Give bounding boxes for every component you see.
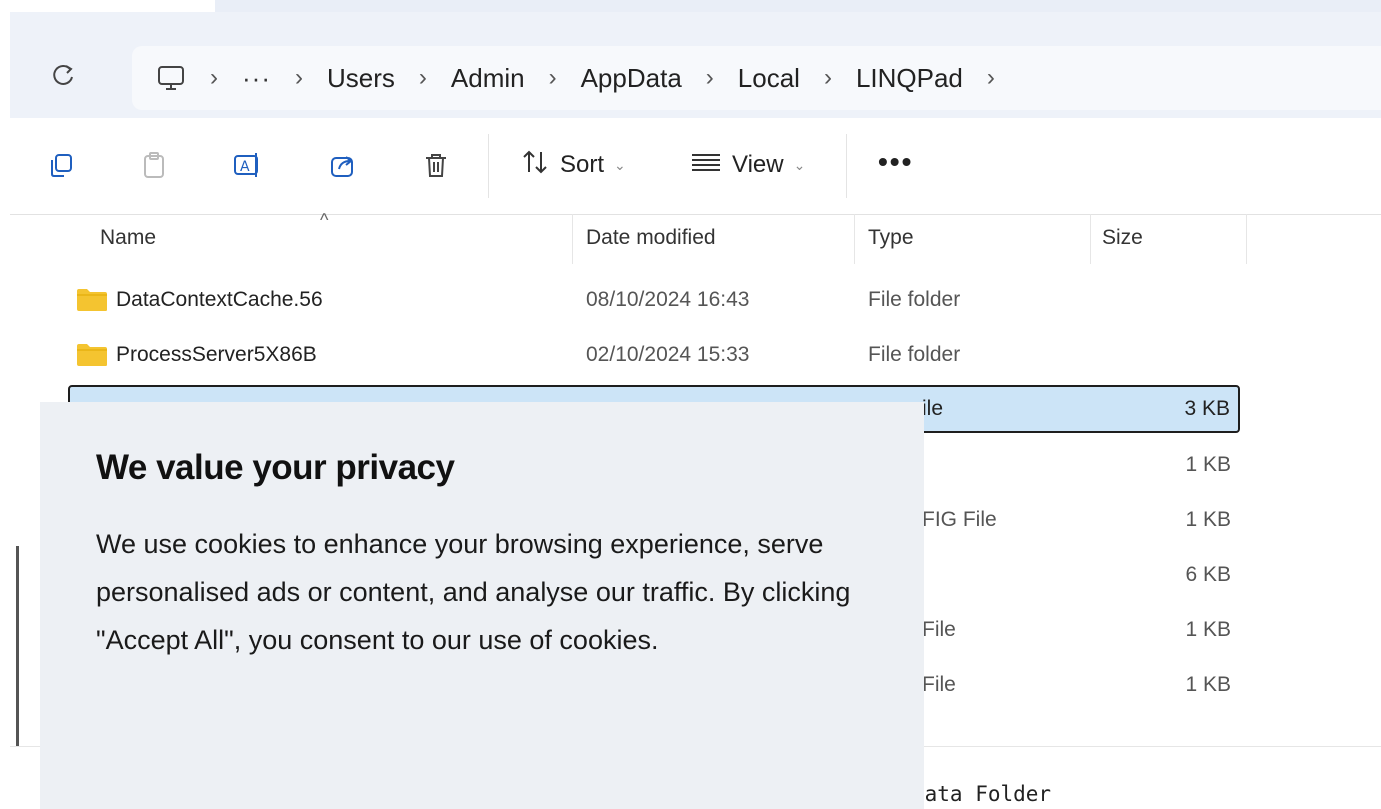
- breadcrumb-item-users[interactable]: Users: [327, 63, 395, 94]
- toolbar-divider: [488, 134, 489, 198]
- column-separator[interactable]: [572, 214, 573, 264]
- paste-icon[interactable]: [137, 148, 171, 182]
- caption-text: )ata Folder: [912, 782, 1052, 806]
- column-separator[interactable]: [1090, 214, 1091, 264]
- column-separator[interactable]: [1246, 214, 1247, 264]
- sort-label: Sort: [560, 151, 605, 178]
- folder-icon: [77, 344, 107, 366]
- chevron-right-icon[interactable]: ›: [706, 64, 714, 92]
- refresh-icon[interactable]: [50, 62, 76, 95]
- chevron-right-icon: ›: [294, 64, 303, 91]
- delete-icon[interactable]: [419, 148, 453, 182]
- chevron-right-icon[interactable]: ›: [419, 64, 427, 92]
- breadcrumb-overflow[interactable]: ···: [242, 63, 271, 94]
- file-type: File folder: [868, 288, 961, 311]
- file-type: File: [922, 673, 956, 696]
- sort-button[interactable]: Sort ⌄: [520, 148, 626, 182]
- column-header-name[interactable]: Name: [100, 226, 156, 250]
- computer-icon[interactable]: [156, 63, 186, 93]
- cookie-banner: We value your privacy We use cookies to …: [40, 402, 924, 809]
- view-label: View: [732, 151, 784, 178]
- file-size: 6 KB: [1185, 563, 1231, 586]
- copy-icon[interactable]: [44, 148, 78, 182]
- breadcrumb-item-admin[interactable]: Admin: [451, 63, 525, 94]
- breadcrumb-item-linqpad[interactable]: LINQPad: [856, 63, 963, 94]
- file-size: 1 KB: [1185, 618, 1231, 641]
- sort-icon: [520, 148, 550, 183]
- file-name: ProcessServer5X86B: [116, 343, 317, 366]
- file-type: ile: [922, 397, 944, 420]
- cookie-body: We use cookies to enhance your browsing …: [96, 529, 851, 655]
- file-size: 1 KB: [1185, 673, 1231, 696]
- svg-text:A: A: [240, 159, 250, 175]
- scrollbar[interactable]: [16, 546, 19, 746]
- column-header-date[interactable]: Date modified: [586, 226, 716, 250]
- folder-icon: [77, 289, 107, 311]
- file-size: 3 KB: [1184, 397, 1230, 420]
- list-item[interactable]: ProcessServer5X86B 02/10/2024 15:33 File…: [70, 329, 1238, 381]
- chevron-right-icon: ›: [210, 64, 218, 91]
- file-name: DataContextCache.56: [116, 288, 323, 311]
- share-icon[interactable]: [326, 148, 360, 182]
- sort-ascending-icon: ^: [320, 210, 329, 230]
- breadcrumb[interactable]: › ··· › Users › Admin › AppData › Local …: [132, 46, 1381, 110]
- column-separator[interactable]: [854, 214, 855, 264]
- column-header-size[interactable]: Size: [1102, 226, 1143, 250]
- rename-icon[interactable]: A: [231, 148, 265, 182]
- toolbar-divider: [846, 134, 847, 198]
- chevron-down-icon: ⌄: [793, 156, 806, 173]
- chevron-right-icon[interactable]: ›: [987, 64, 995, 92]
- more-options-button[interactable]: •••: [878, 146, 913, 178]
- chevron-down-icon: ⌄: [614, 156, 626, 173]
- view-button[interactable]: View ⌄: [690, 148, 805, 182]
- file-type: File: [922, 618, 956, 641]
- breadcrumb-item-local[interactable]: Local: [738, 63, 800, 94]
- column-header-type[interactable]: Type: [868, 226, 914, 250]
- breadcrumb-item-appdata[interactable]: AppData: [581, 63, 682, 94]
- window-top-edge: [215, 0, 1381, 12]
- chevron-right-icon[interactable]: ›: [549, 64, 557, 92]
- view-icon: [690, 150, 722, 181]
- cookie-title: We value your privacy: [96, 448, 455, 487]
- file-type: File folder: [868, 343, 961, 366]
- file-size: 1 KB: [1185, 453, 1231, 476]
- file-date: 02/10/2024 15:33: [586, 343, 750, 366]
- address-bar: › ··· › Users › Admin › AppData › Local …: [10, 12, 1381, 119]
- file-date: 08/10/2024 16:43: [586, 288, 750, 311]
- file-size: 1 KB: [1185, 508, 1231, 531]
- command-bar: A Sort ⌄ View ⌄ •••: [10, 118, 1381, 215]
- chevron-right-icon[interactable]: ›: [824, 64, 832, 92]
- list-item[interactable]: DataContextCache.56 08/10/2024 16:43 Fil…: [70, 274, 1238, 326]
- file-type: FIG File: [922, 508, 997, 531]
